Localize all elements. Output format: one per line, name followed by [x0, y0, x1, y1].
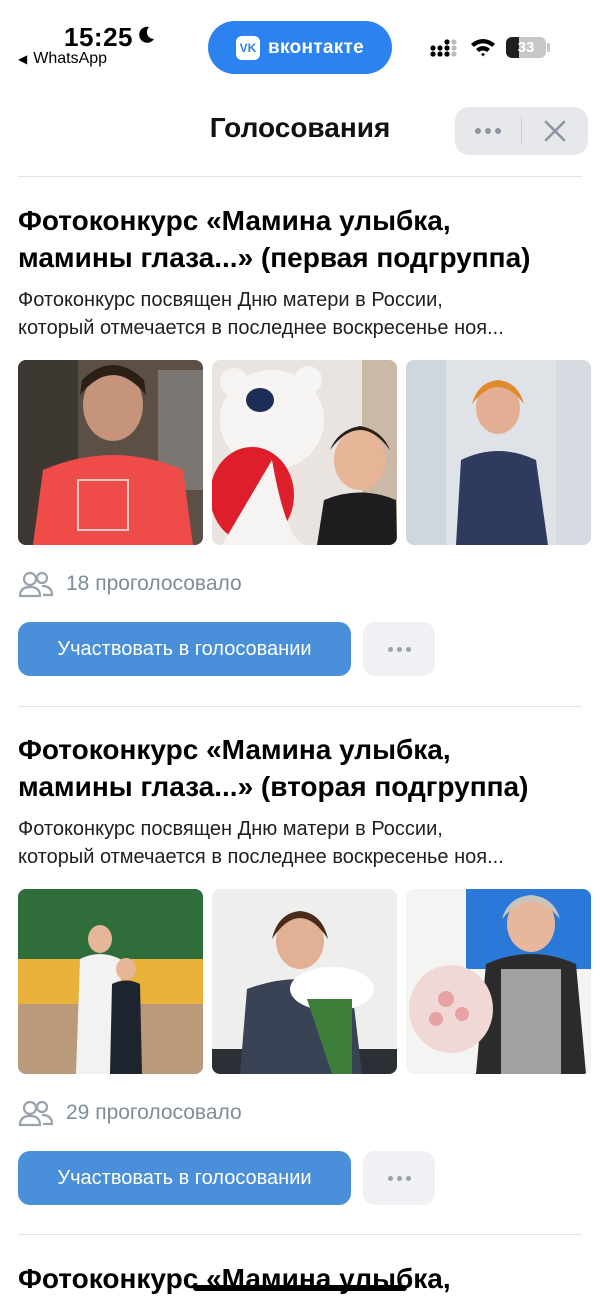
users-icon [18, 571, 54, 598]
poll-title[interactable]: Фотоконкурс «Мамина улыбка, мамины глаза… [18, 202, 578, 276]
divider [18, 706, 582, 707]
poll-more-button[interactable] [363, 622, 435, 676]
contestant-photo[interactable] [18, 889, 203, 1074]
vk-badge-label: вконтакте [268, 36, 364, 58]
close-icon [544, 120, 566, 142]
poll-title-line: Фотоконкурс «Мамина улыбка, [18, 205, 451, 236]
vk-logo-icon: VK [236, 35, 260, 60]
poll-title-line: Фотоконкурс «Мамина улыбка, [18, 734, 451, 765]
poll-actions: Участвовать в голосовании [18, 1151, 600, 1205]
poll-description: Фотоконкурс посвящен Дню матери в России… [18, 815, 582, 871]
poll-description: Фотоконкурс посвящен Дню матери в России… [18, 286, 582, 342]
contestant-photo[interactable] [212, 889, 397, 1074]
vk-app-badge[interactable]: VK вконтакте [208, 21, 392, 74]
poll-title[interactable]: Фотоконкурс «Мамина улыбка, мамины глаза… [18, 731, 578, 805]
header-close-button[interactable] [522, 107, 588, 155]
contestant-photo[interactable] [212, 360, 397, 545]
poll-title-line: мамины глаза...» (вторая подгруппа) [18, 771, 529, 802]
voters-label: 29 проголосовало [66, 1101, 242, 1124]
voters-count: 18 проголосовало [18, 568, 600, 600]
battery-icon: 33 [506, 37, 546, 58]
poll-card[interactable]: Фотоконкурс «Мамина улыбка, мамины глаза… [18, 202, 600, 676]
voters-count: 29 проголосовало [18, 1097, 600, 1129]
header-controls [455, 107, 588, 155]
poll-description-line: который отмечается в последнее воскресен… [18, 846, 504, 868]
poll-title[interactable]: Фотоконкурс «Мамина улыбка, [18, 1260, 578, 1297]
battery-tip [547, 43, 550, 52]
poll-card[interactable]: Фотоконкурс «Мамина улыбка, мамины глаза… [18, 731, 600, 1205]
vote-button[interactable]: Участвовать в голосовании [18, 1151, 351, 1205]
poll-title-line: мамины глаза...» (первая подгруппа) [18, 242, 531, 273]
divider [18, 176, 582, 177]
poll-photos [18, 360, 600, 546]
poll-description-line: Фотоконкурс посвящен Дню матери в России… [18, 818, 443, 840]
divider [18, 1234, 582, 1235]
back-triangle-icon: ◀ [18, 52, 28, 66]
wifi-icon [471, 39, 495, 57]
back-to-app-link[interactable]: ◀ WhatsApp [18, 50, 107, 68]
poll-description-line: который отмечается в последнее воскресен… [18, 317, 504, 339]
users-icon [18, 1100, 54, 1127]
poll-title-line: Фотоконкурс «Мамина улыбка, [18, 1263, 451, 1294]
vote-button[interactable]: Участвовать в голосовании [18, 622, 351, 676]
status-bar: 15:25 ◀ WhatsApp VK вконтакте 33 [0, 0, 600, 92]
clock: 15:25 [64, 22, 133, 52]
voters-label: 18 проголосовало [66, 572, 242, 595]
ellipsis-icon [387, 1175, 411, 1181]
contestant-photo[interactable] [406, 360, 591, 545]
poll-card[interactable]: Фотоконкурс «Мамина улыбка, [18, 1260, 600, 1297]
ellipsis-icon [475, 128, 501, 134]
home-indicator[interactable] [193, 1285, 407, 1291]
moon-icon [139, 26, 154, 43]
contestant-photo[interactable] [18, 360, 203, 545]
ellipsis-icon [387, 646, 411, 652]
signal-icon [430, 39, 457, 57]
back-app-label: WhatsApp [33, 50, 108, 67]
poll-photos [18, 889, 600, 1075]
poll-more-button[interactable] [363, 1151, 435, 1205]
poll-description-line: Фотоконкурс посвящен Дню матери в России… [18, 289, 443, 311]
battery-level: 33 [517, 39, 535, 56]
contestant-photo[interactable] [406, 889, 591, 1074]
header-more-button[interactable] [455, 107, 521, 155]
poll-actions: Участвовать в голосовании [18, 622, 600, 676]
